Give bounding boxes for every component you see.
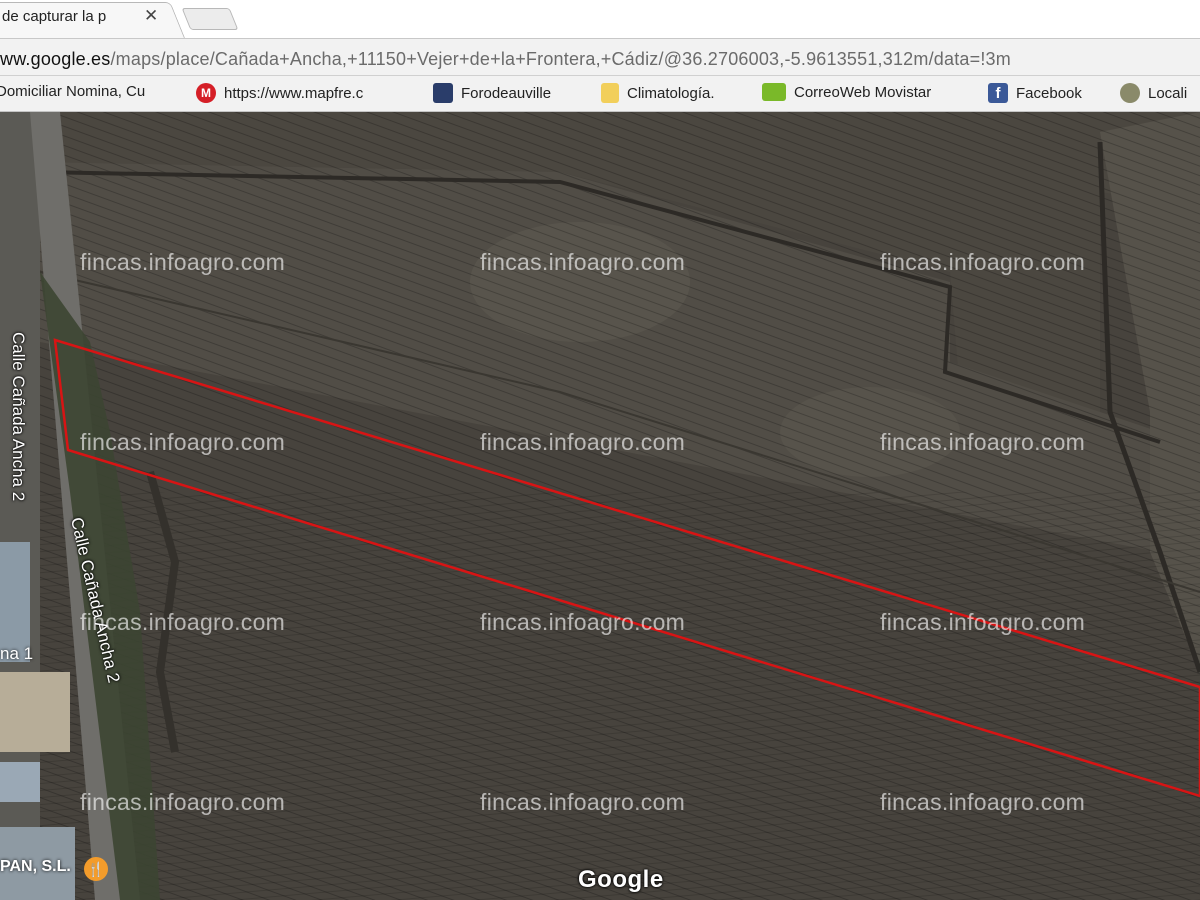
furrow-texture (0, 492, 1200, 900)
bookmark-climatologia[interactable]: Climatología. (601, 83, 715, 103)
watermark: fincas.infoagro.com (880, 249, 1086, 275)
bookmark-facebook[interactable]: f Facebook (988, 83, 1082, 103)
bookmark-movistar[interactable]: CorreoWeb Movistar (762, 83, 931, 101)
street-fragment-label: na 1 (0, 644, 34, 663)
close-tab-icon[interactable]: ✕ (144, 6, 158, 26)
bookmark-label: Facebook (1016, 84, 1082, 102)
facebook-icon: f (988, 83, 1008, 103)
tab-strip: de capturar la p ✕ (0, 0, 1200, 38)
building-lot (0, 672, 70, 752)
bookmark-domiciliar[interactable]: Domiciliar Nomina, Cu (0, 83, 145, 100)
watermark: fincas.infoagro.com (80, 609, 286, 635)
watermark: fincas.infoagro.com (80, 429, 286, 455)
street-label: Calle Cañada Ancha 2 (9, 332, 28, 502)
folder-icon (601, 83, 619, 103)
building-roof (0, 762, 40, 802)
tab-title[interactable]: de capturar la p (2, 8, 130, 25)
globe-icon (1120, 83, 1140, 103)
watermark: fincas.infoagro.com (480, 609, 686, 635)
watermark: fincas.infoagro.com (880, 429, 1086, 455)
url-path: /maps/place/Cañada+Ancha,+11150+Vejer+de… (110, 49, 1011, 69)
mapfre-icon: M (196, 83, 216, 103)
watermark: fincas.infoagro.com (480, 429, 686, 455)
bookmark-label: Forodeauville (461, 84, 552, 102)
bookmark-label: Domiciliar Nomina, Cu (0, 83, 146, 100)
bookmark-label: CorreoWeb Movistar (794, 83, 932, 101)
watermark: fincas.infoagro.com (880, 609, 1086, 635)
bookmarks-bar: Domiciliar Nomina, Cu M https://www.mapf… (0, 76, 1200, 112)
address-bar[interactable]: ww.google.es/maps/place/Cañada+Ancha,+11… (0, 38, 1200, 76)
movistar-icon (762, 83, 786, 101)
watermark: fincas.infoagro.com (480, 249, 686, 275)
google-logo: Google (578, 866, 664, 893)
watermark: fincas.infoagro.com (480, 789, 686, 815)
watermark: fincas.infoagro.com (80, 789, 286, 815)
bookmark-label: https://www.mapfre.c (224, 84, 364, 102)
bookmark-forodeauville[interactable]: Forodeauville (433, 83, 551, 103)
satellite-imagery (0, 112, 1200, 900)
bookmark-label: Climatología. (627, 84, 715, 102)
business-label[interactable]: PAN, S.L. (0, 858, 71, 876)
restaurant-icon[interactable]: 🍴 (84, 857, 108, 881)
satellite-map[interactable]: Calle Cañada Ancha 2 Calle Cañada Ancha … (0, 112, 1200, 900)
watermark: fincas.infoagro.com (880, 789, 1086, 815)
url-host: ww.google.es (0, 49, 111, 69)
bookmark-label: Locali (1148, 84, 1188, 102)
bookmark-locali[interactable]: Locali (1120, 83, 1187, 103)
url-text[interactable]: ww.google.es/maps/place/Cañada+Ancha,+11… (0, 49, 1011, 70)
forum-icon (433, 83, 453, 103)
watermark: fincas.infoagro.com (80, 249, 286, 275)
new-tab-button[interactable] (181, 8, 239, 30)
bookmark-mapfre[interactable]: M https://www.mapfre.c (196, 83, 363, 103)
